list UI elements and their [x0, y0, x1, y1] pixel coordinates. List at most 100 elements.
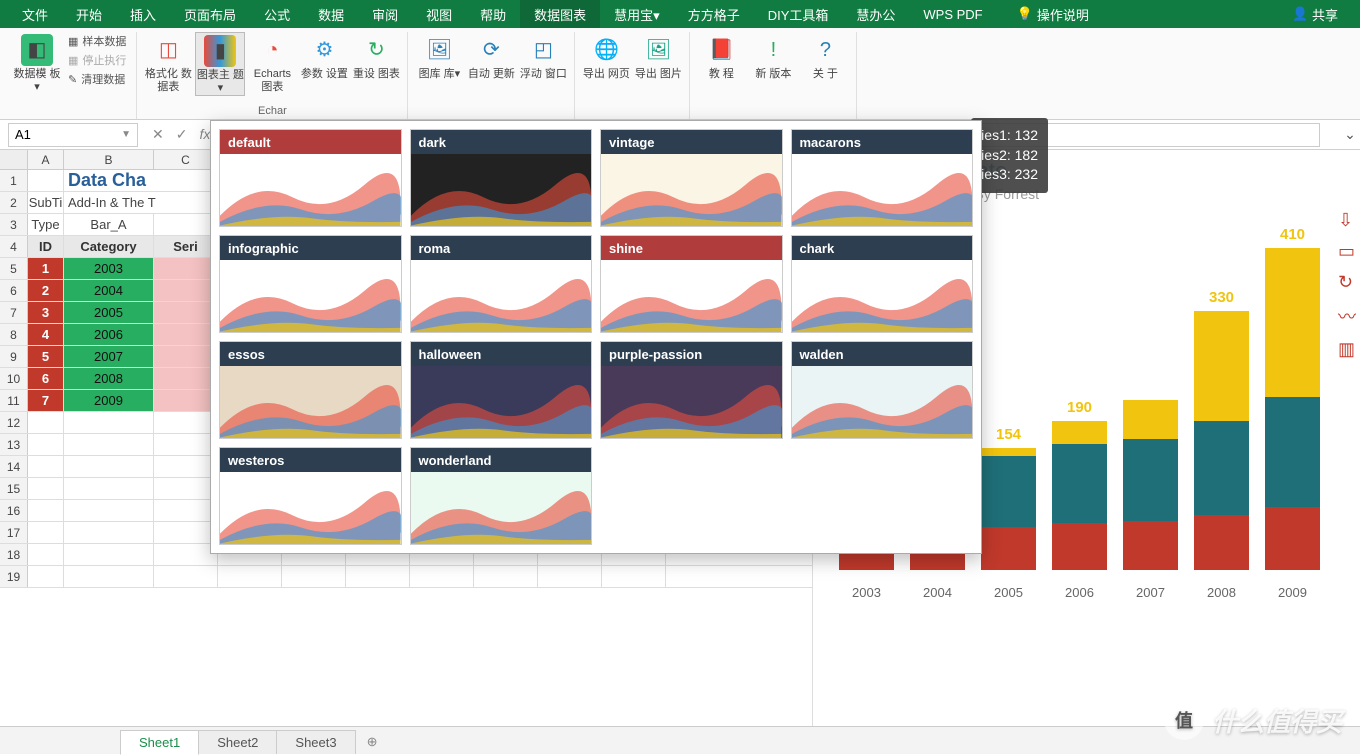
btn-sample-data[interactable]: ▦样本数据 — [64, 32, 130, 50]
theme-westeros[interactable]: westeros — [219, 447, 402, 545]
menu-formula[interactable]: 公式 — [250, 0, 304, 28]
menu-wpspdf[interactable]: WPS PDF — [909, 0, 996, 28]
row-head[interactable]: 18 — [0, 544, 28, 565]
theme-purple-passion[interactable]: purple-passion — [600, 341, 783, 439]
btn-echarts[interactable]: ◔Echarts 图表 — [247, 32, 297, 94]
id-cell[interactable]: 3 — [28, 302, 64, 323]
row-head[interactable]: 13 — [0, 434, 28, 455]
btn-new-version[interactable]: !新 版本 — [748, 32, 798, 81]
col-head-a[interactable]: A — [28, 150, 64, 169]
menu-share[interactable]: 👤 共享 — [1278, 0, 1352, 28]
cat-cell[interactable]: 2007 — [64, 346, 154, 367]
id-cell[interactable]: 6 — [28, 368, 64, 389]
bar-2005[interactable]: 154 — [981, 448, 1036, 570]
btn-about[interactable]: ?关 于 — [800, 32, 850, 81]
chevron-down-icon[interactable]: ▼ — [121, 129, 131, 140]
row-head[interactable]: 4 — [0, 236, 28, 257]
row-head[interactable]: 11 — [0, 390, 28, 411]
theme-chark[interactable]: chark — [791, 235, 974, 333]
theme-dark[interactable]: dark — [410, 129, 593, 227]
btn-auto-refresh[interactable]: ⟳自动 更新 — [466, 32, 516, 81]
btn-gallery[interactable]: 🖼图库 库▾ — [414, 32, 464, 81]
row-head[interactable]: 17 — [0, 522, 28, 543]
id-cell[interactable]: 4 — [28, 324, 64, 345]
cat-cell[interactable]: 2008 — [64, 368, 154, 389]
menu-huibangong[interactable]: 慧办公 — [842, 0, 909, 28]
zoom-icon[interactable]: ▭ — [1338, 241, 1356, 262]
theme-walden[interactable]: walden — [791, 341, 974, 439]
add-sheet-button[interactable]: ⊕ — [355, 730, 390, 754]
row-head[interactable]: 2 — [0, 192, 28, 213]
id-cell[interactable]: 2 — [28, 280, 64, 301]
menu-home[interactable]: 开始 — [62, 0, 116, 28]
id-cell[interactable]: 7 — [28, 390, 64, 411]
download-icon[interactable]: ⇩ — [1338, 210, 1356, 231]
id-cell[interactable]: 5 — [28, 346, 64, 367]
btn-format-table[interactable]: ◫格式化 数据表 — [143, 32, 193, 94]
bar-2008[interactable]: 330 — [1194, 311, 1249, 570]
bar-icon[interactable]: ▥ — [1338, 339, 1356, 360]
cat-cell[interactable]: 2006 — [64, 324, 154, 345]
theme-wonderland[interactable]: wonderland — [410, 447, 593, 545]
theme-infographic[interactable]: infographic — [219, 235, 402, 333]
btn-params[interactable]: ⚙参数 设置 — [299, 32, 349, 81]
theme-default[interactable]: default — [219, 129, 402, 227]
col-head-c[interactable]: C — [154, 150, 218, 169]
menu-review[interactable]: 审阅 — [358, 0, 412, 28]
btn-reset-chart[interactable]: ↻重设 图表 — [351, 32, 401, 81]
btn-float-window[interactable]: ◰浮动 窗口 — [518, 32, 568, 81]
row-head[interactable]: 5 — [0, 258, 28, 279]
menu-layout[interactable]: 页面布局 — [170, 0, 250, 28]
expand-formula-icon[interactable]: ⌄ — [1340, 126, 1360, 143]
btn-chart-theme[interactable]: ▮图表主 题▾ — [195, 32, 245, 96]
line-icon[interactable]: 〰 — [1338, 303, 1356, 329]
cat-cell[interactable]: 2009 — [64, 390, 154, 411]
sheet-tab-2[interactable]: Sheet2 — [198, 730, 277, 754]
cat-cell[interactable]: 2003 — [64, 258, 154, 279]
row-head[interactable]: 12 — [0, 412, 28, 433]
refresh-icon[interactable]: ↻ — [1338, 272, 1356, 293]
sheet-tab-3[interactable]: Sheet3 — [276, 730, 355, 754]
bar-2006[interactable]: 190 — [1052, 421, 1107, 570]
menu-data[interactable]: 数据 — [304, 0, 358, 28]
menu-help[interactable]: 帮助 — [466, 0, 520, 28]
row-head[interactable]: 14 — [0, 456, 28, 477]
name-box[interactable]: A1▼ — [8, 123, 138, 147]
row-head[interactable]: 7 — [0, 302, 28, 323]
menu-diy[interactable]: DIY工具箱 — [754, 0, 843, 28]
row-head[interactable]: 16 — [0, 500, 28, 521]
row-head[interactable]: 6 — [0, 280, 28, 301]
row-head[interactable]: 9 — [0, 346, 28, 367]
row-head[interactable]: 15 — [0, 478, 28, 499]
menu-data-charts[interactable]: 数据图表 — [520, 0, 600, 28]
menu-file[interactable]: 文件 — [8, 0, 62, 28]
menu-huiyongbao[interactable]: 慧用宝▾ — [600, 0, 674, 28]
row-head[interactable]: 8 — [0, 324, 28, 345]
col-head-b[interactable]: B — [64, 150, 154, 169]
id-cell[interactable]: 1 — [28, 258, 64, 279]
theme-essos[interactable]: essos — [219, 341, 402, 439]
menu-fanggezi[interactable]: 方方格子 — [674, 0, 754, 28]
theme-vintage[interactable]: vintage — [600, 129, 783, 227]
sheet-tab-1[interactable]: Sheet1 — [120, 730, 199, 755]
cat-cell[interactable]: 2004 — [64, 280, 154, 301]
row-head[interactable]: 19 — [0, 566, 28, 587]
btn-clear-data[interactable]: ✎清理数据 — [64, 70, 130, 88]
theme-halloween[interactable]: halloween — [410, 341, 593, 439]
btn-data-template[interactable]: ◧数据模 板▾ — [12, 32, 62, 94]
cat-cell[interactable]: 2005 — [64, 302, 154, 323]
fx-icon[interactable]: fx — [199, 126, 210, 143]
theme-roma[interactable]: roma — [410, 235, 593, 333]
row-head[interactable]: 10 — [0, 368, 28, 389]
btn-tutorial[interactable]: 📕教 程 — [696, 32, 746, 81]
theme-macarons[interactable]: macarons — [791, 129, 974, 227]
btn-export-image[interactable]: 🖼导出 图片 — [633, 32, 683, 81]
bar-2009[interactable]: 410 — [1265, 248, 1320, 570]
menu-insert[interactable]: 插入 — [116, 0, 170, 28]
title-cell[interactable]: Data Cha — [64, 170, 224, 191]
menu-tips[interactable]: 💡操作说明 — [1017, 5, 1089, 24]
bar-2007[interactable] — [1123, 400, 1178, 570]
row-head[interactable]: 3 — [0, 214, 28, 235]
menu-view[interactable]: 视图 — [412, 0, 466, 28]
check-icon[interactable]: ✓ — [176, 126, 188, 143]
